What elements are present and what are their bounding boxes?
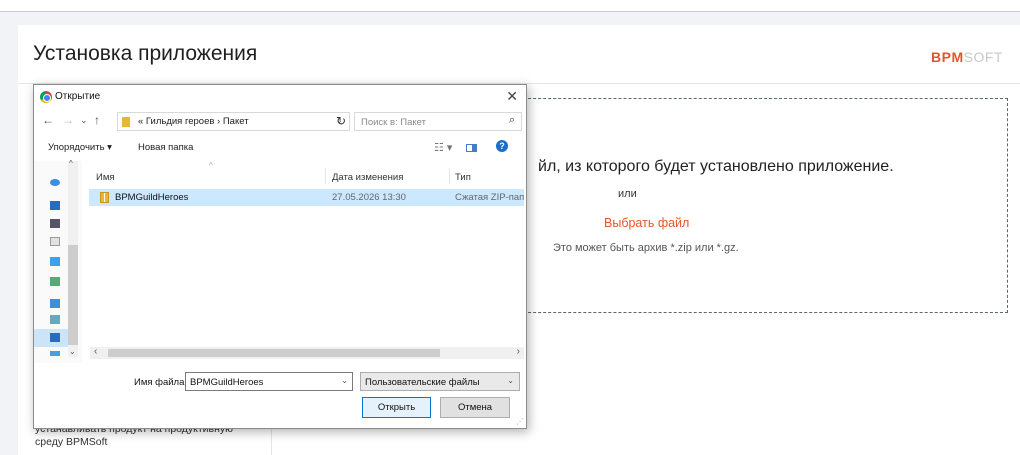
help-icon[interactable]: ? <box>496 140 508 152</box>
resize-grip-icon[interactable]: ⋰ <box>516 417 524 426</box>
zip-folder-icon <box>100 192 109 203</box>
file-name: BPMGuildHeroes <box>115 192 189 203</box>
file-date: 27.05.2026 13:30 <box>332 192 406 203</box>
page-header: Установка приложения BPMSOFT <box>18 25 1020 84</box>
brand-logo-part-1: BPM <box>931 49 964 65</box>
folder-icon <box>122 117 130 127</box>
preview-pane-icon[interactable] <box>466 144 477 152</box>
cancel-button[interactable]: Отмена <box>440 397 510 418</box>
cloud-icon[interactable] <box>50 179 60 186</box>
brand-logo: BPMSOFT <box>931 49 1003 65</box>
horizontal-scroll-thumb[interactable] <box>108 349 440 357</box>
open-button[interactable]: Открыть <box>362 397 431 418</box>
filename-input[interactable]: BPMGuildHeroes ⌄ <box>185 372 353 391</box>
dialog-toolbar: Упорядочить ▾ Новая папка ☷ ▾ ? <box>34 135 526 159</box>
column-separator[interactable] <box>325 168 326 184</box>
scroll-right-arrow-icon[interactable]: › <box>517 346 520 357</box>
file-row[interactable]: BPMGuildHeroes 27.05.2026 13:30 Сжатая Z… <box>89 189 524 206</box>
recent-dropdown-icon[interactable]: ⌄ <box>80 115 88 126</box>
filename-label: Имя файла: <box>134 377 188 388</box>
file-type: Сжатая ZIP-папка <box>455 192 524 203</box>
brand-logo-part-2: SOFT <box>963 49 1003 65</box>
up-arrow-icon[interactable]: ↑ <box>94 113 100 127</box>
downloads-icon[interactable] <box>50 257 60 266</box>
search-input[interactable]: Поиск в: Пакет <box>361 117 426 128</box>
page-title: Установка приложения <box>33 42 258 65</box>
file-list-header: ^ Имя Дата изменения Тип <box>89 161 524 185</box>
dialog-nav-bar: ← → ⌄ ↑ « Гильдия героев › Пакет ⌄ ↻ Пои… <box>34 111 526 133</box>
address-breadcrumb: « Гильдия героев › Пакет <box>138 116 249 127</box>
music-icon[interactable] <box>50 299 60 308</box>
pictures-icon[interactable] <box>50 277 60 286</box>
choose-file-link[interactable]: Выбрать файл <box>604 216 689 230</box>
forward-arrow-icon[interactable]: → <box>62 113 74 127</box>
browser-top-strip <box>0 0 1020 12</box>
drop-zone-hint: Это может быть архив *.zip или *.gz. <box>553 242 739 254</box>
filename-dropdown-icon[interactable]: ⌄ <box>341 376 348 385</box>
horizontal-scrollbar[interactable]: ‹ › <box>90 346 524 359</box>
nav-scrollbar[interactable]: ^ ⌄ <box>68 159 78 357</box>
network-icon[interactable] <box>50 351 60 356</box>
videos-icon[interactable] <box>50 315 60 324</box>
chrome-icon <box>40 91 52 103</box>
address-bar[interactable]: « Гильдия героев › Пакет ⌄ <box>117 112 350 131</box>
drop-zone-heading: йл, из которого будет установлено прилож… <box>538 158 894 175</box>
refresh-icon[interactable]: ↻ <box>336 114 346 128</box>
navigation-pane[interactable]: ^ ⌄ <box>34 159 82 363</box>
file-drop-zone[interactable] <box>508 98 1008 313</box>
scroll-up-arrow-icon[interactable]: ^ <box>69 159 73 168</box>
dialog-title: Открытие <box>55 91 101 102</box>
column-type[interactable]: Тип <box>455 172 471 183</box>
search-icon: ⌕ <box>508 114 515 126</box>
view-options-icon[interactable]: ☷ ▾ <box>434 141 452 154</box>
new-folder-button[interactable]: Новая папка <box>138 142 193 153</box>
documents-icon[interactable] <box>50 237 60 246</box>
desktop-icon[interactable] <box>50 219 60 228</box>
dialog-title-bar: Открытие ✕ <box>34 85 526 109</box>
file-type-filter-value: Пользовательские файлы <box>365 377 480 388</box>
column-name[interactable]: Имя <box>96 172 115 183</box>
this-pc-icon[interactable] <box>50 333 60 342</box>
filter-dropdown-icon[interactable]: ⌄ <box>507 376 514 385</box>
search-box[interactable]: Поиск в: Пакет ⌕ <box>354 112 522 131</box>
scroll-left-arrow-icon[interactable]: ‹ <box>94 346 97 357</box>
scroll-down-arrow-icon[interactable]: ⌄ <box>69 347 76 356</box>
drop-zone-or: или <box>618 188 637 200</box>
sort-indicator-icon: ^ <box>209 161 213 170</box>
column-date[interactable]: Дата изменения <box>332 172 403 183</box>
file-type-filter[interactable]: Пользовательские файлы ⌄ <box>360 372 520 391</box>
close-icon[interactable]: ✕ <box>506 88 518 105</box>
nav-scroll-thumb[interactable] <box>68 245 78 345</box>
column-separator[interactable] <box>449 168 450 184</box>
organize-button[interactable]: Упорядочить ▾ <box>48 142 112 153</box>
user-icon[interactable] <box>50 201 60 210</box>
back-arrow-icon[interactable]: ← <box>42 113 54 127</box>
filename-value[interactable]: BPMGuildHeroes <box>190 377 263 388</box>
open-file-dialog: Открытие ✕ ← → ⌄ ↑ « Гильдия героев › Па… <box>33 84 527 429</box>
